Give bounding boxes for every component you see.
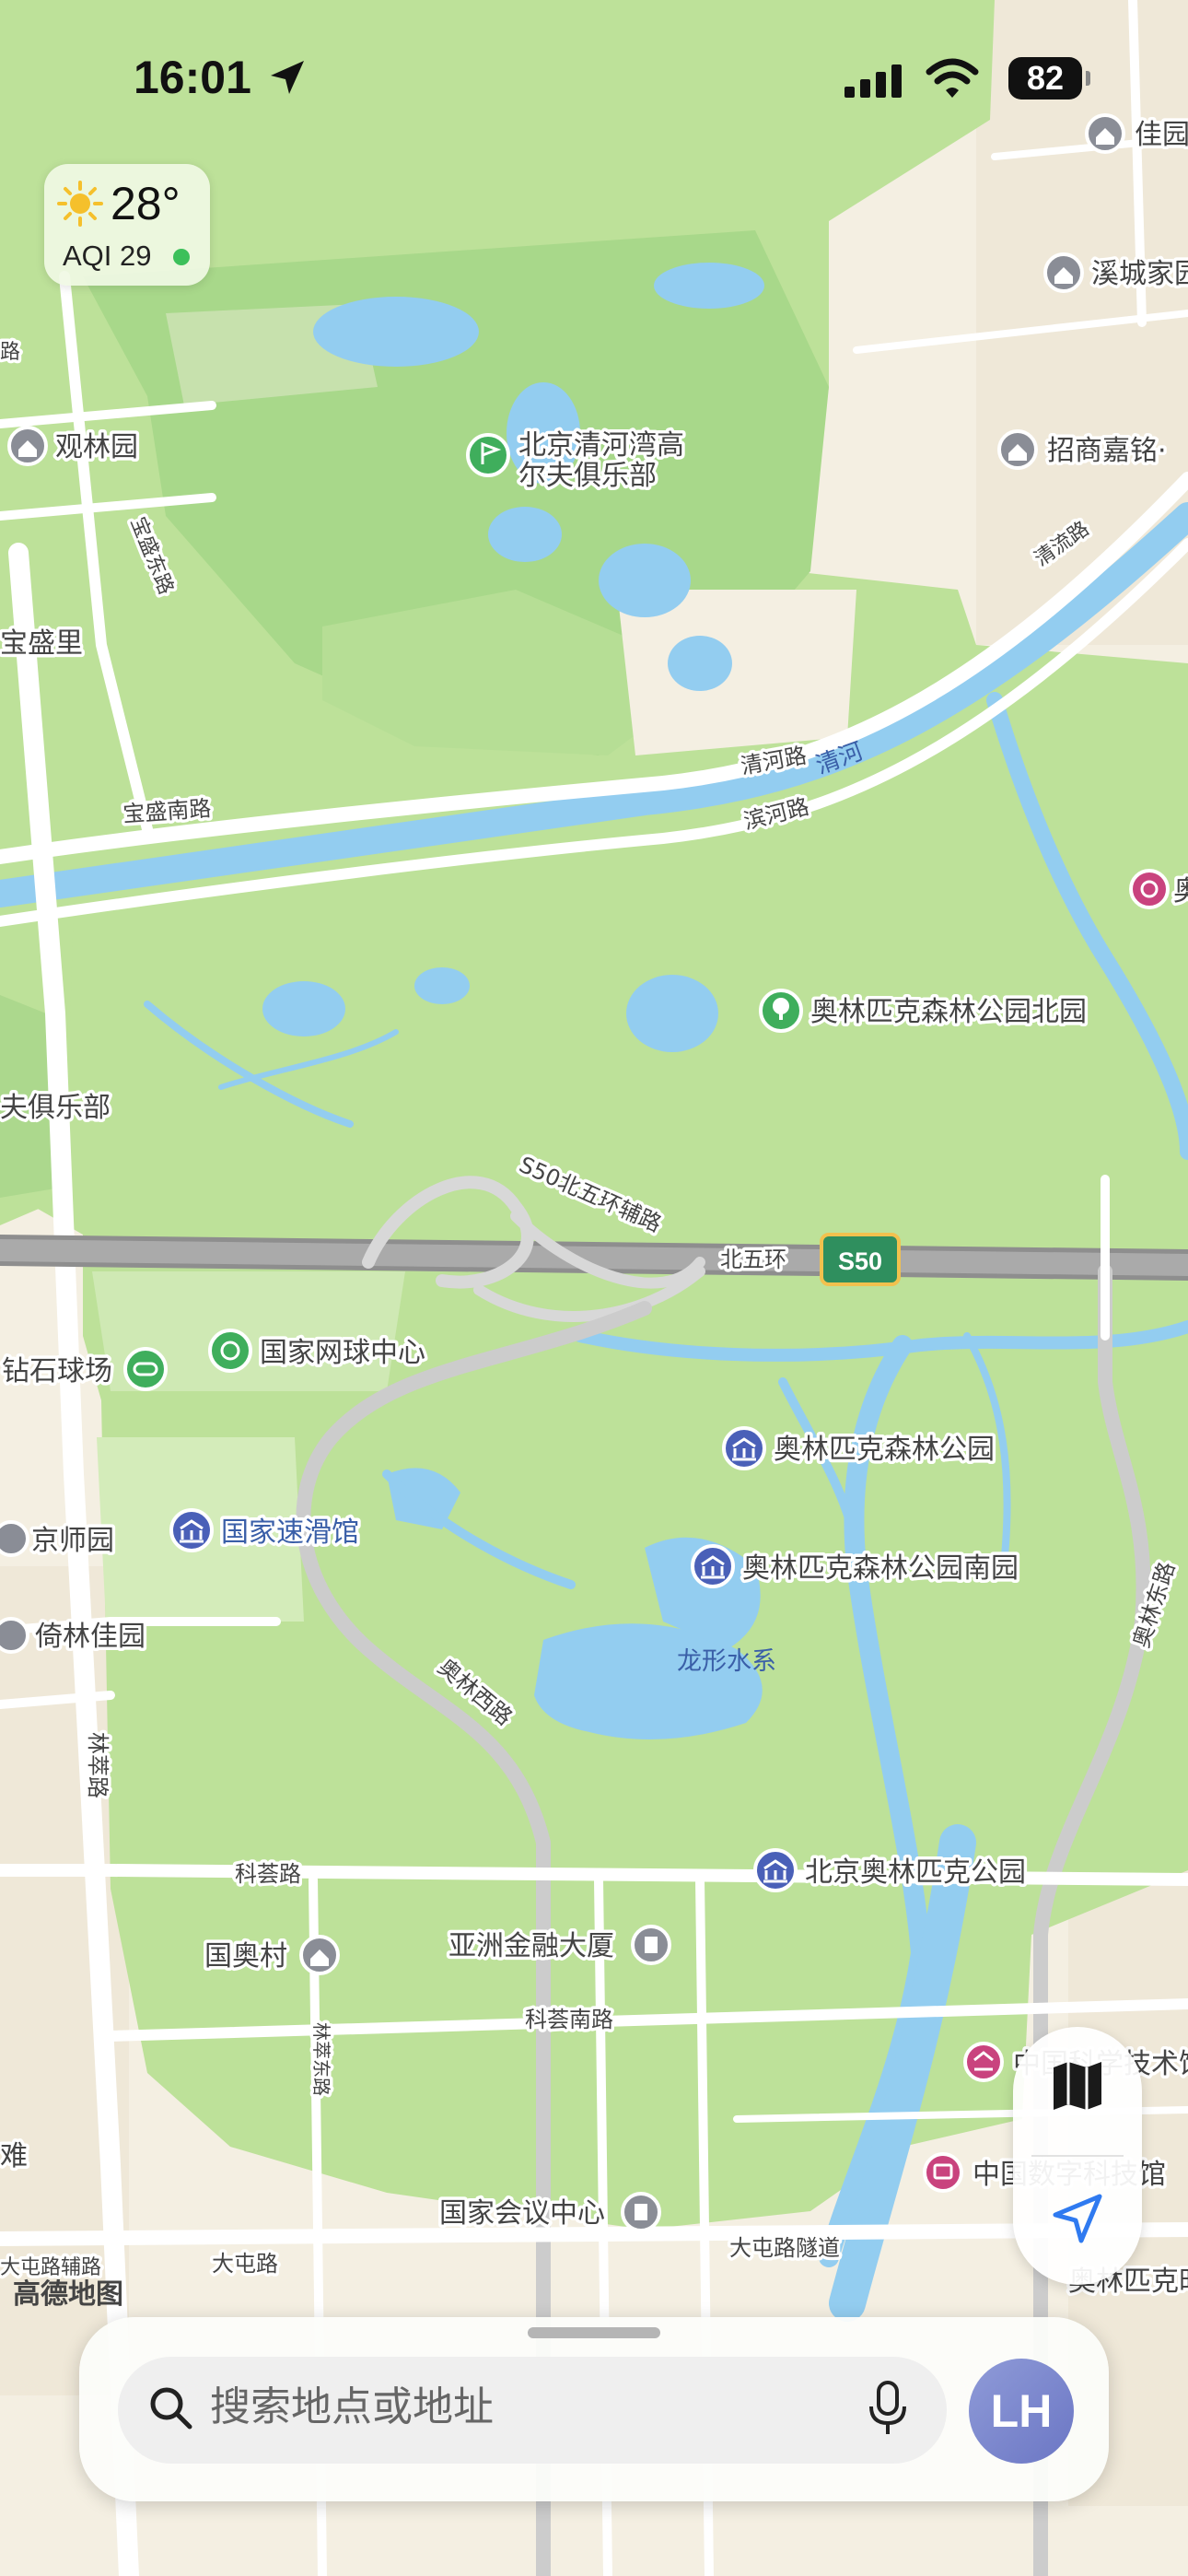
poi-zhaoshang: 招商嘉铭· (1047, 435, 1167, 467)
s50-shield: S50 (820, 1233, 901, 1286)
tree-icon (759, 989, 803, 1033)
house-icon (0, 1617, 29, 1654)
search-input[interactable]: 搜索地点或地址 (210, 2382, 494, 2433)
road-datun-tunnel: 大屯路隧道 (729, 2235, 840, 2261)
poi-guanlinyuan: 观林园 (55, 431, 138, 463)
microphone-icon[interactable] (868, 2381, 908, 2436)
building-icon (621, 2192, 661, 2232)
search-icon (150, 2387, 192, 2430)
house-icon (299, 1935, 340, 1975)
poi-golf-left: 夫俱乐部 (0, 1092, 111, 1124)
stadium-icon (123, 1347, 168, 1391)
landmark-icon (169, 1508, 214, 1552)
poi-tennis: 国家网球中心 (260, 1337, 425, 1369)
map-controls (1013, 2027, 1142, 2285)
house-icon (0, 1520, 29, 1557)
battery-indicator: 82 (1008, 57, 1090, 100)
road-linsui: 林萃路 (85, 1732, 111, 1798)
poi-asia-finance: 亚洲金融大厦 (448, 1930, 614, 1962)
aqi-status-dot (173, 249, 190, 265)
poi-diamond: 钻石球场 (2, 1355, 112, 1388)
house-icon (1043, 252, 1084, 293)
s50-label: S50 (838, 1247, 882, 1275)
cellular-signal-icon (844, 64, 902, 98)
status-time: 16:01 (134, 52, 251, 103)
road-kehui: 科荟路 (235, 1861, 301, 1887)
landmark-icon (753, 1848, 798, 1892)
road-datun-aux: 大屯路辅路 (0, 2256, 101, 2279)
poi-ao-right: 奥 (1173, 875, 1188, 907)
poi-xicheng-home: 溪城家园 (1091, 258, 1188, 290)
amusement-icon (1129, 869, 1170, 909)
weather-widget[interactable]: 28° AQI 29 (44, 164, 210, 286)
map-mode-icon[interactable] (1048, 2056, 1107, 2115)
poi-speed-skating: 国家速滑馆 (221, 1516, 359, 1549)
poi-jingshi: 京师园 (31, 1525, 114, 1557)
sun-icon (57, 181, 103, 227)
golf-icon (466, 433, 510, 477)
building-icon (631, 1925, 671, 1965)
weather-temperature: 28° (111, 178, 181, 229)
road-datun: 大屯路 (212, 2251, 278, 2277)
avatar[interactable]: LH (969, 2359, 1074, 2464)
weather-aqi: AQI 29 (63, 240, 152, 272)
road-left: 路 (0, 341, 20, 364)
poi-golf-club-line1: 北京清河湾高 (518, 429, 684, 462)
current-location-icon[interactable] (1050, 2191, 1105, 2246)
landmark-icon (691, 1544, 735, 1588)
poi-longxing: 龙形水系 (677, 1647, 776, 1676)
museum-icon (923, 2152, 963, 2193)
poi-olympic-north: 奥林匹克森林公园北园 (810, 996, 1087, 1028)
poi-olympic-forest: 奥林匹克森林公园 (774, 1434, 995, 1466)
house-icon (7, 426, 48, 466)
road-linsui-east: 林萃东路 (310, 2022, 332, 2096)
location-arrow-icon (271, 61, 304, 94)
status-bar: 16:01 82 (0, 0, 1188, 157)
poi-yilin: 倚林佳园 (35, 1621, 146, 1653)
road-kehuinan: 科荟南路 (525, 2007, 613, 2032)
controls-divider (1031, 2155, 1124, 2157)
poi-convention: 国家会议中心 (439, 2197, 605, 2230)
poi-golf-club-line2: 尔夫俱乐部 (518, 460, 657, 492)
tennis-icon (208, 1329, 252, 1373)
house-icon (997, 429, 1038, 470)
wifi-icon (926, 58, 979, 98)
provider-logo: 高德地图 (13, 2278, 123, 2311)
poi-baoshengli: 宝盛里 (0, 627, 83, 660)
road-beiwuhuan: 北五环 (720, 1247, 786, 1272)
poi-nan: 难 (0, 2140, 28, 2172)
poi-beijing-olympic-park: 北京奥林匹克公园 (805, 1856, 1026, 1889)
poi-guoao: 国奥村 (204, 1940, 287, 1973)
poi-olympic-south: 奥林匹克森林公园南园 (742, 1552, 1019, 1585)
museum-icon (963, 2042, 1004, 2082)
landmark-icon (722, 1426, 766, 1470)
map-canvas[interactable]: S50 北京清河湾高 尔夫俱乐部 观林园 宝盛里 溪城家园 招商嘉铭· 佳园 奥… (0, 0, 1188, 2576)
sheet-grabber[interactable] (528, 2327, 660, 2338)
